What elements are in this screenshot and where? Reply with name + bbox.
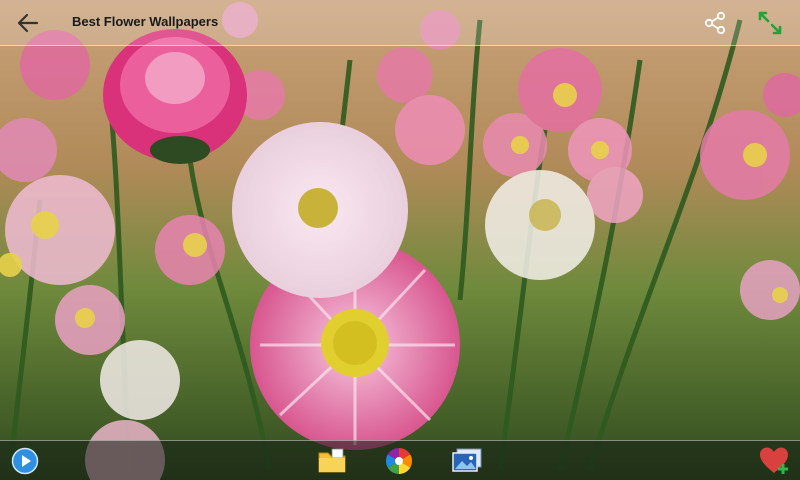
- color-wheel-icon: [385, 447, 413, 475]
- arrow-left-icon: [17, 13, 39, 33]
- flower-wallpaper-image: [0, 0, 800, 480]
- photo-stack-icon: [452, 448, 482, 472]
- share-button[interactable]: [700, 9, 730, 37]
- slideshow-button[interactable]: [8, 445, 42, 477]
- folder-icon: [318, 448, 346, 473]
- play-circle-icon: [11, 447, 39, 475]
- bottom-toolbar: [0, 440, 800, 480]
- heart-plus-icon: [760, 447, 788, 474]
- share-icon: [704, 11, 726, 35]
- page-title: Best Flower Wallpapers: [72, 14, 219, 29]
- add-favorite-button[interactable]: [758, 445, 792, 477]
- fullscreen-button[interactable]: [752, 8, 788, 38]
- folder-button[interactable]: [315, 445, 349, 477]
- back-button[interactable]: [8, 8, 48, 38]
- expand-arrows-icon: [758, 11, 782, 35]
- gallery-button[interactable]: [450, 445, 484, 477]
- top-bar: Best Flower Wallpapers: [0, 0, 800, 46]
- color-filter-button[interactable]: [382, 445, 416, 477]
